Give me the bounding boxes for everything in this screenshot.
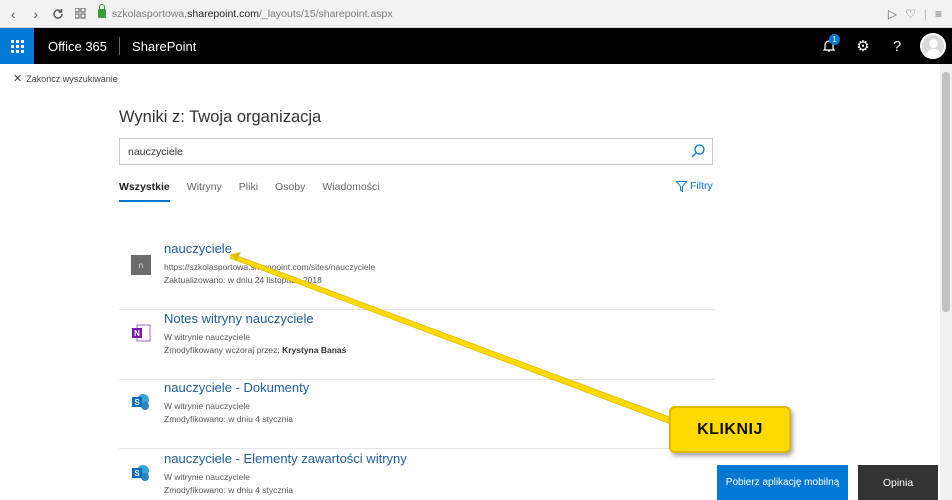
- svg-text:S: S: [134, 398, 140, 407]
- result-modified: Zmodyfikowano: w dniu 4 stycznia: [164, 414, 293, 424]
- end-search-link[interactable]: ✕ Zakończ wyszukiwanie: [13, 72, 118, 85]
- apps-grid-icon[interactable]: [71, 4, 89, 24]
- office-365-link[interactable]: Office 365: [48, 39, 107, 54]
- site-icon: n: [131, 255, 151, 275]
- result-location: W witrynie nauczyciele: [164, 332, 250, 342]
- suite-bar: Office 365 SharePoint 1 ⚙ ?: [0, 28, 952, 64]
- filters-label: Filtry: [690, 180, 713, 192]
- suite-divider: [119, 37, 121, 55]
- close-icon: ✕: [13, 72, 23, 85]
- tab-all[interactable]: Wszystkie: [119, 181, 170, 202]
- click-callout: KLIKNIJ: [669, 406, 791, 453]
- help-icon: ?: [892, 37, 902, 55]
- filter-icon: [676, 180, 687, 192]
- help-button[interactable]: ?: [880, 28, 914, 64]
- result-tabs: Wszystkie Witryny Pliki Osoby Wiadomości: [119, 181, 397, 202]
- forward-button[interactable]: ›: [26, 4, 44, 24]
- notification-count-badge: 1: [829, 34, 840, 45]
- browser-toolbar: ‹ › szkolasportowa. sharepoint.com/_layou…: [0, 0, 952, 28]
- end-search-label: Zakończ wyszukiwanie: [26, 74, 118, 84]
- get-mobile-app-button[interactable]: Pobierz aplikację mobilną: [717, 465, 848, 500]
- result-url: https://szkolasportowa.sharepoint.com/si…: [164, 262, 376, 272]
- back-button[interactable]: ‹: [4, 4, 22, 24]
- divider: |: [923, 6, 927, 21]
- search-result: N Notes witryny nauczyciele W witrynie n…: [119, 311, 715, 380]
- avatar[interactable]: [920, 33, 946, 59]
- onenote-icon: N: [132, 324, 151, 342]
- menu-icon[interactable]: ≡: [935, 7, 942, 21]
- send-icon[interactable]: ▷: [888, 7, 897, 21]
- search-result: S nauczyciele - Dokumenty W witrynie nau…: [119, 380, 715, 449]
- result-modified: Zaktualizowano: w dniu 24 listopada 2018: [164, 275, 322, 285]
- waffle-icon: [10, 39, 24, 53]
- search-input[interactable]: nauczyciele: [119, 138, 713, 165]
- address-bar[interactable]: szkolasportowa. sharepoint.com/_layouts/1…: [97, 4, 888, 24]
- reload-button[interactable]: [49, 4, 67, 24]
- search-result: S nauczyciele - Elementy zawartości witr…: [119, 451, 715, 500]
- scroll-thumb[interactable]: [942, 72, 950, 312]
- tab-files[interactable]: Pliki: [239, 181, 258, 202]
- reload-icon: [53, 8, 63, 19]
- gear-icon: ⚙: [856, 38, 870, 55]
- result-title-link[interactable]: Notes witryny nauczyciele: [164, 311, 314, 326]
- result-title-link[interactable]: nauczyciele - Elementy zawartości witryn…: [164, 451, 407, 466]
- page-title: Wyniki z: Twoja organizacja: [119, 108, 322, 126]
- settings-button[interactable]: ⚙: [846, 28, 880, 64]
- sharepoint-icon: S: [132, 394, 149, 410]
- url-prefix: szkolasportowa.: [111, 7, 188, 20]
- svg-text:S: S: [134, 469, 140, 478]
- search-value: nauczyciele: [128, 145, 183, 158]
- notifications-button[interactable]: 1: [812, 28, 846, 64]
- sharepoint-icon: S: [132, 465, 149, 481]
- url-host: sharepoint.com: [187, 7, 259, 20]
- search-result: n nauczyciele https://szkolasportowa.sha…: [119, 241, 715, 310]
- result-modified: Zmodyfikowano: w dniu 4 stycznia: [164, 485, 293, 495]
- lock-icon: [97, 4, 106, 18]
- app-launcher-button[interactable]: [0, 28, 34, 64]
- result-location: W witrynie nauczyciele: [164, 401, 250, 411]
- page-scrollbar[interactable]: [940, 64, 952, 500]
- result-title-link[interactable]: nauczyciele: [164, 241, 232, 256]
- url-path: /_layouts/15/sharepoint.aspx: [258, 7, 393, 20]
- tab-news[interactable]: Wiadomości: [322, 181, 379, 202]
- tab-people[interactable]: Osoby: [275, 181, 305, 202]
- filters-button[interactable]: Filtry: [676, 180, 713, 192]
- tab-sites[interactable]: Witryny: [187, 181, 222, 202]
- favorite-heart-icon[interactable]: ♡: [905, 7, 916, 21]
- result-location: W witrynie nauczyciele: [164, 472, 250, 482]
- result-title-link[interactable]: nauczyciele - Dokumenty: [164, 380, 309, 395]
- feedback-button[interactable]: Opinia: [858, 465, 938, 500]
- sharepoint-link[interactable]: SharePoint: [132, 39, 196, 54]
- svg-text:N: N: [134, 329, 140, 338]
- result-modified: Zmodyfikowany wczoraj przez: Krystyna Ba…: [164, 345, 347, 355]
- search-icon[interactable]: [690, 143, 706, 159]
